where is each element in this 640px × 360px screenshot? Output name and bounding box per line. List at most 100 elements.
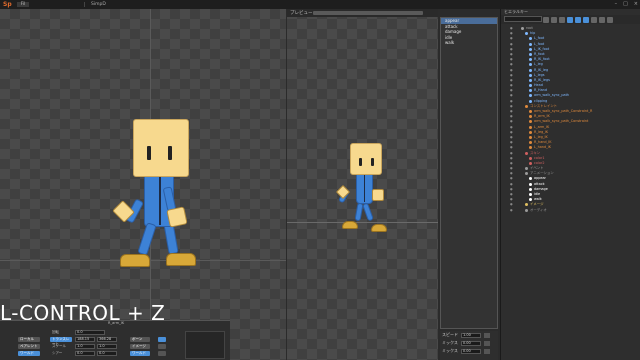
translate-y-field[interactable]: 366.28 bbox=[97, 337, 117, 342]
speed-row: スピード 1.00 bbox=[440, 331, 498, 339]
tree-label: オーディオ bbox=[530, 207, 547, 212]
preview-front-foot bbox=[371, 224, 387, 232]
tree-node-icon bbox=[525, 32, 528, 36]
anim-item-walk[interactable]: walk bbox=[441, 40, 497, 46]
expand-icon[interactable] bbox=[599, 16, 605, 23]
axis-local-button[interactable]: ローカル bbox=[18, 337, 40, 342]
tree-node-icon bbox=[525, 203, 528, 207]
speed-value[interactable]: 1.00 bbox=[461, 332, 481, 338]
translate-x-field[interactable]: 188.15 bbox=[75, 337, 95, 342]
preview-scrollbar[interactable] bbox=[313, 11, 423, 15]
mix-reset-button[interactable] bbox=[483, 340, 490, 346]
mix-row: ミックス 0.00 bbox=[440, 339, 498, 347]
settings-icon[interactable] bbox=[591, 16, 597, 23]
options-grid bbox=[185, 331, 225, 359]
translate-button[interactable]: トランスレート bbox=[50, 337, 72, 346]
hierarchy-panel: ヒエラルキー ● root ● hip ● L_foot ● L_foot ● L_IK_foot… bbox=[500, 9, 640, 360]
app-logo: Sp bbox=[3, 1, 12, 8]
tree-node-icon bbox=[529, 47, 532, 51]
menu-file[interactable]: Fil bbox=[16, 2, 30, 7]
scale-y-field[interactable]: 1.0 bbox=[97, 344, 117, 349]
tree-node-icon bbox=[529, 177, 532, 181]
tree-node-icon bbox=[529, 161, 532, 165]
compensate-image-button[interactable]: イメージ bbox=[130, 344, 150, 349]
tree-node-icon bbox=[529, 78, 532, 82]
axis-parent-button[interactable]: ペアレント bbox=[18, 344, 40, 349]
tree-node-icon bbox=[529, 187, 532, 191]
back-leg bbox=[137, 222, 157, 256]
window-controls: – □ × bbox=[615, 1, 638, 7]
new-icon[interactable] bbox=[543, 16, 549, 23]
tree-node-icon bbox=[529, 135, 532, 139]
mix-value-2[interactable]: 0.00 bbox=[460, 348, 481, 354]
right-eye bbox=[168, 146, 172, 160]
compensate-world-button[interactable]: ワールド bbox=[130, 351, 150, 356]
tree-node-icon bbox=[529, 58, 532, 62]
mix-reset-button-2[interactable] bbox=[483, 348, 490, 354]
tree-node-icon bbox=[525, 151, 528, 155]
shear-x-field[interactable]: 0.0 bbox=[75, 351, 95, 356]
mix-row-2: ミックス 0.00 bbox=[440, 347, 498, 355]
menu-bar: Sp Fil SimpD – □ × bbox=[0, 0, 640, 9]
character-large[interactable] bbox=[108, 117, 218, 267]
create-button[interactable] bbox=[158, 351, 166, 356]
left-eye bbox=[147, 146, 151, 160]
preview-zipper bbox=[364, 174, 365, 202]
character-preview bbox=[335, 137, 397, 237]
tree-node-icon bbox=[529, 110, 532, 113]
mix-label: ミックス bbox=[442, 340, 458, 345]
shear-y-field[interactable]: 0.0 bbox=[97, 351, 117, 356]
tree-node-icon bbox=[529, 130, 532, 134]
animation-list: appear attack damage idle walk bbox=[440, 17, 498, 329]
duplicate-icon[interactable] bbox=[551, 16, 557, 23]
menu-item-4[interactable] bbox=[51, 2, 62, 7]
preview-panel: プレビュー bbox=[287, 9, 438, 360]
minimize-icon[interactable]: – bbox=[615, 1, 618, 7]
rotate-label: 回転 bbox=[52, 330, 59, 334]
filter-slots-icon[interactable] bbox=[575, 16, 581, 23]
collapse-icon[interactable] bbox=[607, 16, 613, 23]
preview-head bbox=[350, 143, 382, 175]
speed-label: スピード bbox=[442, 332, 458, 337]
tree-node-icon bbox=[529, 94, 532, 98]
scale-x-field[interactable]: 1.0 bbox=[75, 344, 95, 349]
tree-node-icon bbox=[529, 141, 532, 145]
tree-row[interactable]: ● オーディオ bbox=[501, 208, 640, 213]
filter-constraints-icon[interactable] bbox=[583, 16, 589, 23]
preview-right-eye bbox=[371, 158, 374, 166]
weights-button[interactable] bbox=[158, 344, 166, 349]
maximize-icon[interactable]: □ bbox=[623, 1, 628, 7]
tree-node-icon bbox=[529, 182, 532, 186]
menu-item-3[interactable] bbox=[40, 2, 51, 7]
transform-panel: R_arm_IK 回転 0.0 トランスレート 188.15 366.28 スケ… bbox=[0, 320, 230, 360]
delete-icon[interactable] bbox=[559, 16, 565, 23]
rotate-field[interactable]: 0.0 bbox=[75, 330, 105, 335]
project-tab[interactable]: SimpD bbox=[84, 2, 112, 7]
menu-item-2[interactable] bbox=[29, 2, 40, 7]
tree-node-icon bbox=[529, 120, 532, 124]
tree-node-icon bbox=[529, 63, 532, 67]
tree-node-icon bbox=[529, 52, 532, 56]
pose-button[interactable] bbox=[158, 337, 166, 342]
close-icon[interactable]: × bbox=[634, 1, 638, 7]
filter-bones-icon[interactable] bbox=[567, 16, 573, 23]
tree-node-icon bbox=[521, 27, 524, 30]
editor-canvas[interactable]: L-CONTROL + Z bbox=[0, 9, 286, 360]
speed-panel: スピード 1.00 ミックス 0.00 ミックス 0.00 bbox=[440, 331, 498, 360]
tree-node-icon bbox=[525, 167, 528, 171]
hierarchy-search-input[interactable] bbox=[504, 16, 542, 22]
tree-node-icon bbox=[525, 208, 528, 212]
tree-node-icon bbox=[525, 172, 528, 176]
visibility-icon[interactable]: ● bbox=[510, 208, 513, 213]
preview-front-leg bbox=[362, 202, 374, 222]
preview-left-eye bbox=[359, 158, 362, 166]
mix-value[interactable]: 0.00 bbox=[460, 340, 481, 346]
axis-world-button[interactable]: ワールド bbox=[18, 351, 40, 356]
tree-node-icon bbox=[529, 89, 532, 93]
speed-reset-button[interactable] bbox=[484, 332, 490, 338]
tree-node-icon bbox=[529, 115, 532, 119]
tree-node-icon bbox=[529, 156, 532, 160]
preview-front-hand bbox=[372, 189, 384, 201]
tree-node-icon bbox=[529, 99, 532, 103]
compensate-bone-button[interactable]: ボーン bbox=[130, 337, 150, 342]
